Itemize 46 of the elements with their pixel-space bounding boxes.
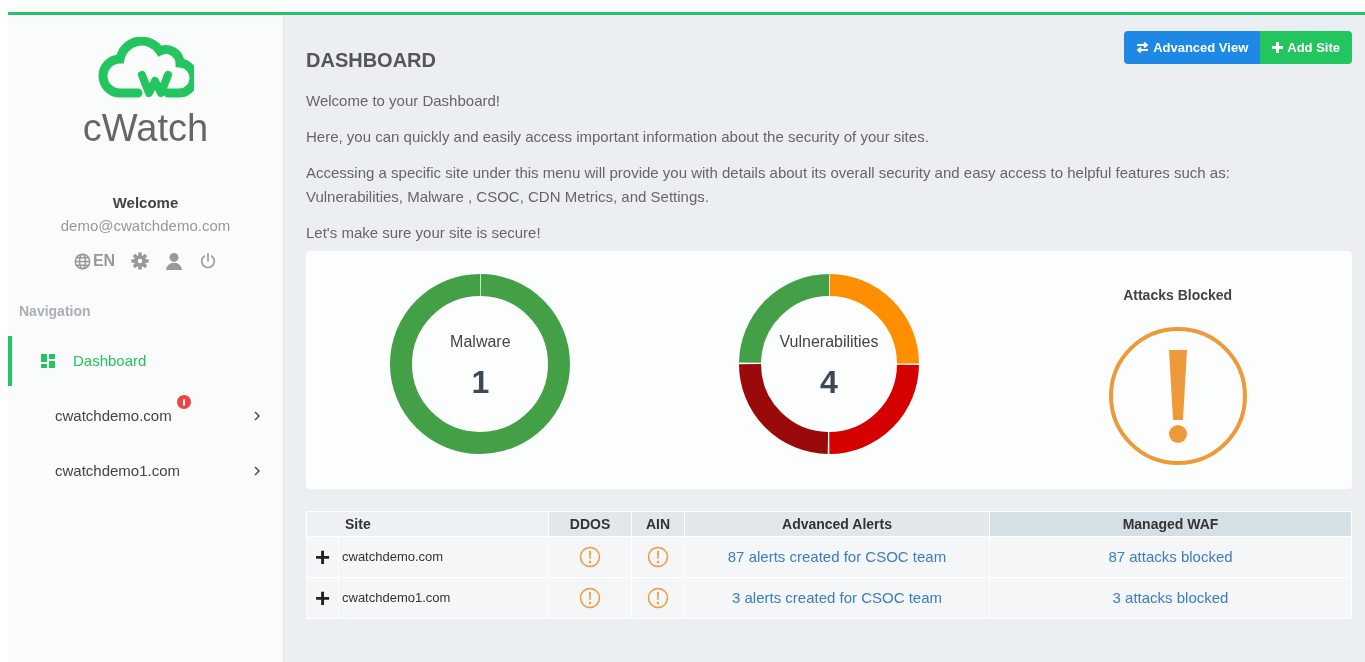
widget-count: 4 [820, 366, 838, 398]
warning-icon [647, 546, 669, 568]
swap-icon [1136, 42, 1150, 53]
user-icon[interactable] [165, 252, 184, 270]
expand-button[interactable]: + [306, 577, 339, 619]
widget-count: 1 [471, 366, 490, 398]
add-site-button[interactable]: Add Site [1260, 31, 1352, 64]
welcome-text: Welcome [112, 193, 179, 213]
site-cell: cwatchdemo1.com [338, 577, 549, 619]
exclamation-icon [1107, 326, 1248, 466]
warning-icon [579, 546, 601, 568]
column-header: DDOS [548, 511, 632, 537]
widget-label: Malware [450, 332, 511, 352]
intro-text: Let's make sure your site is secure! [306, 223, 542, 243]
column-header: Managed WAF [989, 511, 1352, 537]
advanced-view-button[interactable]: Advanced View [1124, 31, 1261, 64]
column-header: Advanced Alerts [684, 511, 990, 537]
cloud-logo-icon [97, 37, 194, 101]
warning-icon [579, 587, 601, 609]
column-header: AIN [631, 511, 685, 537]
nav-item[interactable]: cwatchdemo.com [8, 391, 283, 441]
power-icon[interactable] [199, 252, 218, 270]
language-button[interactable]: EN [73, 249, 116, 273]
logo-text: cWatch [82, 109, 209, 147]
nav-label: cwatchdemo.com [55, 405, 172, 426]
widget-title: Attacks Blocked [1123, 286, 1233, 305]
warning-icon [647, 587, 669, 609]
nav-label: cwatchdemo1.com [55, 460, 181, 481]
widget-label: Vulnerabilities [779, 332, 879, 352]
settings-icon[interactable] [131, 252, 150, 270]
dashboard-icon [41, 354, 55, 368]
waf-link[interactable]: 87 attacks blocked [1108, 547, 1233, 565]
nav-label: Dashboard [73, 350, 147, 371]
intro-text: Accessing a specific site under this menu will provide you with details about its overall security and easy access to helpful features such as: Vulnerabilities, Malware , CSOC, CDN Metrics, and Settings. [306, 163, 1231, 207]
intro-text: Here, you can quickly and easily access important information about the security of your sites. [306, 127, 930, 147]
plus-icon [1272, 42, 1284, 53]
column-header: Site [306, 511, 549, 537]
section-label: Navigation [19, 302, 92, 321]
page-title: DASHBOARD [306, 48, 436, 73]
site-cell: cwatchdemo.com [338, 536, 549, 578]
nav-item[interactable]: cwatchdemo1.com [8, 446, 283, 496]
globe-icon [73, 252, 91, 270]
intro-text: Welcome to your Dashboard! [306, 91, 501, 111]
waf-link[interactable]: 3 attacks blocked [1112, 588, 1229, 606]
user-email: demo@cwatchdemo.com [60, 215, 231, 236]
expand-button[interactable]: + [306, 536, 339, 578]
